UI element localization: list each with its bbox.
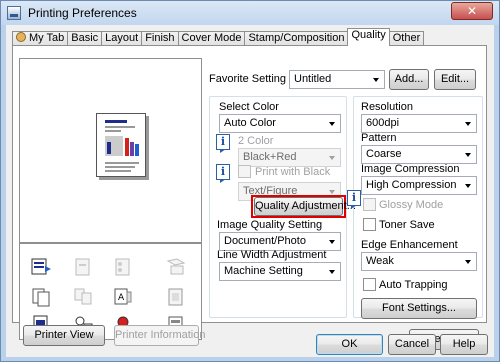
punch-icon — [115, 258, 130, 276]
chevron-down-icon — [465, 184, 471, 188]
help-button[interactable]: Help — [440, 334, 488, 355]
font-settings-button[interactable]: Font Settings... — [361, 298, 477, 319]
staple-icon — [75, 258, 90, 276]
two-color-label: 2 Color — [238, 135, 274, 147]
info-icon: i — [216, 164, 230, 180]
chevron-down-icon — [465, 153, 471, 157]
text-page-icon: A — [114, 288, 132, 305]
toner-save-checkbox[interactable] — [363, 218, 376, 231]
info-icon: i — [347, 190, 361, 206]
image-compression-label: Image Compression — [361, 163, 460, 175]
chevron-down-icon — [465, 122, 471, 126]
image-compression-select[interactable]: High Compression — [361, 176, 477, 195]
page-preview-icon — [96, 113, 146, 177]
chevron-down-icon — [373, 78, 379, 82]
favorite-setting-select[interactable]: Untitled — [289, 70, 385, 89]
edge-enhancement-select[interactable]: Weak — [361, 252, 477, 271]
printing-preferences-window: Printing Preferences ✕ My Tab Basic Layo… — [0, 0, 500, 362]
dialog-client: My Tab Basic Layout Finish Cover Mode St… — [6, 25, 494, 357]
resolution-select[interactable]: 600dpi — [361, 114, 477, 133]
chevron-down-icon — [329, 270, 335, 274]
booklet-icon — [168, 288, 183, 306]
title-bar: Printing Preferences ✕ — [1, 1, 499, 25]
chevron-down-icon — [329, 122, 335, 126]
printer-view-button[interactable]: Printer View — [23, 325, 105, 346]
tab-stamp-composition[interactable]: Stamp/Composition — [244, 31, 349, 46]
auto-trapping-checkbox[interactable] — [363, 278, 376, 291]
auto-trapping-label: Auto Trapping — [379, 279, 448, 291]
select-color-label: Select Color — [219, 101, 279, 113]
tab-other[interactable]: Other — [388, 31, 425, 46]
two-color-select: Black+Red — [238, 148, 341, 167]
svg-text:A: A — [118, 293, 125, 303]
window-title: Printing Preferences — [28, 6, 137, 20]
glossy-mode-label: Glossy Mode — [379, 199, 444, 211]
my-tab-icon — [16, 32, 26, 42]
cancel-button[interactable]: Cancel — [388, 334, 436, 355]
pattern-select[interactable]: Coarse — [361, 145, 477, 164]
combine-icon — [74, 288, 92, 305]
close-button[interactable]: ✕ — [451, 2, 493, 20]
output-tray-icon — [31, 258, 51, 275]
edit-button[interactable]: Edit... — [434, 69, 476, 90]
chevron-down-icon — [329, 240, 335, 244]
quality-adjustment-button[interactable]: Quality Adjustment... — [254, 197, 356, 216]
resolution-label: Resolution — [361, 101, 413, 113]
tab-cover-mode[interactable]: Cover Mode — [177, 31, 246, 46]
tab-finish[interactable]: Finish — [141, 31, 179, 46]
glossy-mode-checkbox — [363, 198, 376, 211]
favorite-setting-label: Favorite Setting — [209, 73, 287, 85]
tab-basic[interactable]: Basic — [67, 31, 103, 46]
toner-save-label: Toner Save — [379, 219, 435, 231]
chevron-down-icon — [465, 260, 471, 264]
quality-tab-panel: A Printer View Printer Information Favor… — [12, 45, 487, 350]
line-width-label: Line Width Adjustment — [217, 249, 327, 261]
tab-strip: My Tab Basic Layout Finish Cover Mode St… — [12, 28, 425, 46]
tab-layout[interactable]: Layout — [101, 31, 143, 46]
line-width-select[interactable]: Machine Setting — [219, 262, 341, 281]
printer-information-button: Printer Information — [114, 325, 205, 346]
chevron-down-icon — [329, 156, 335, 160]
chevron-down-icon — [329, 190, 335, 194]
printer-icon — [7, 6, 21, 20]
tab-my-tab[interactable]: My Tab — [12, 31, 69, 46]
ok-button[interactable]: OK — [316, 334, 383, 355]
pattern-label: Pattern — [361, 132, 397, 144]
print-preview — [19, 58, 202, 243]
duplex-icon — [32, 288, 50, 307]
info-icon: i — [216, 134, 230, 150]
tab-quality[interactable]: Quality — [347, 28, 390, 46]
print-with-black-label: Print with Black — [255, 166, 331, 178]
fold-icon — [166, 258, 186, 275]
add-button[interactable]: Add... — [389, 69, 429, 90]
print-with-black-checkbox — [238, 165, 251, 178]
select-color-select[interactable]: Auto Color — [219, 114, 341, 133]
edge-enhancement-label: Edge Enhancement — [361, 239, 458, 251]
image-quality-label: Image Quality Setting — [217, 219, 323, 231]
